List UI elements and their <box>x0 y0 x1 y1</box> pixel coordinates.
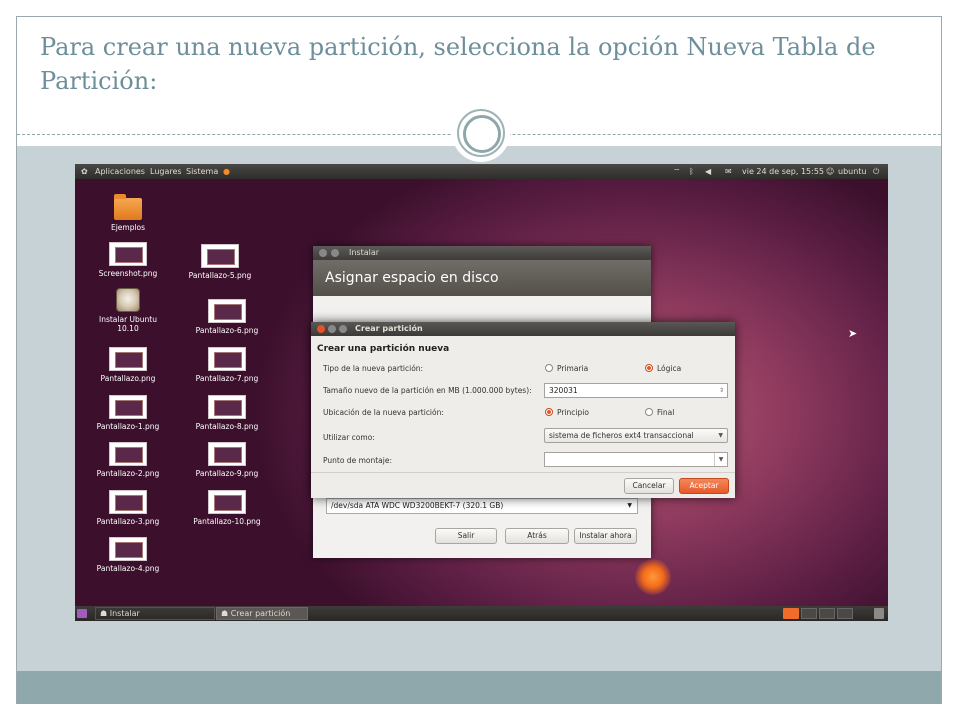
menu-applications[interactable]: Aplicaciones <box>95 164 145 179</box>
desktop-icon-ejemplos[interactable]: Ejemplos <box>93 194 163 232</box>
slide-title: Para crear una nueva partición, seleccio… <box>40 33 876 95</box>
dialog-titlebar[interactable]: Crear partición <box>311 322 735 336</box>
workspace-switcher-icon[interactable] <box>819 608 835 619</box>
installer-icon <box>116 288 140 312</box>
spinner-icon[interactable]: ⇕ <box>719 384 724 397</box>
chevron-down-icon: ▼ <box>714 453 727 466</box>
user-name[interactable]: ubuntu <box>838 164 867 179</box>
installer-icon: ☗ <box>100 609 110 618</box>
desktop-icon-file[interactable]: Screenshot.png <box>93 242 163 278</box>
workspace-switcher-icon[interactable] <box>783 608 799 619</box>
image-file-icon <box>208 347 246 371</box>
image-file-icon <box>109 347 147 371</box>
radio-primary-label[interactable]: Primaria <box>557 364 588 373</box>
user-icon: ☺ <box>826 167 835 176</box>
ubuntu-logo-icon[interactable]: ✿ <box>81 164 88 179</box>
installer-header: Asignar espacio en disco <box>313 260 651 296</box>
image-file-icon <box>201 244 239 268</box>
radio-start[interactable] <box>545 408 553 416</box>
create-partition-dialog: Crear partición Crear una partición nuev… <box>311 322 735 498</box>
image-file-icon <box>208 299 246 323</box>
radio-primary[interactable] <box>545 364 553 372</box>
desktop-icon-file[interactable]: Pantallazo-10.png <box>192 490 262 526</box>
workspace-switcher-icon[interactable] <box>801 608 817 619</box>
minimize-icon[interactable] <box>331 249 339 257</box>
image-file-icon <box>109 537 147 561</box>
chevron-down-icon: ▼ <box>718 432 723 439</box>
mail-icon[interactable]: ✉ <box>725 164 732 179</box>
folder-icon <box>114 194 142 220</box>
taskbar-item-create-partition[interactable]: ☗ Crear partición <box>216 607 308 620</box>
use-as-select[interactable]: sistema de ficheros ext4 transaccional ▼ <box>544 428 728 443</box>
image-file-icon <box>208 490 246 514</box>
radio-logical-label[interactable]: Lógica <box>657 364 681 373</box>
trash-icon[interactable] <box>874 608 884 619</box>
use-as-label: Utilizar como: <box>323 433 375 442</box>
slide-footer <box>17 671 941 704</box>
desktop-icon-file[interactable]: Pantallazo.png <box>93 347 163 383</box>
partition-type-label: Tipo de la nueva partición: <box>323 364 424 373</box>
device-select[interactable]: /dev/sda ATA WDC WD3200BEKT-7 (320.1 GB)… <box>326 498 638 514</box>
image-file-icon <box>208 442 246 466</box>
minimize-icon[interactable] <box>328 325 336 333</box>
show-desktop-icon[interactable] <box>77 609 87 618</box>
volume-icon[interactable]: ◀ <box>705 164 711 179</box>
desktop-icon-file[interactable]: Pantallazo-7.png <box>192 347 262 383</box>
mouse-cursor-icon: ➤ <box>848 327 858 340</box>
image-file-icon <box>109 395 147 419</box>
desktop-icon-file[interactable]: Pantallazo-5.png <box>185 244 255 280</box>
desktop-icon-file[interactable]: Pantallazo-2.png <box>93 442 163 478</box>
workspace-switcher-icon[interactable] <box>837 608 853 619</box>
wallpaper-glow <box>635 559 671 595</box>
image-file-icon <box>208 395 246 419</box>
dialog-separator <box>311 472 735 473</box>
maximize-icon[interactable] <box>339 325 347 333</box>
circle-ornament-icon <box>452 104 510 162</box>
radio-start-label[interactable]: Principio <box>557 408 589 417</box>
top-panel: ✿ Aplicaciones Lugares Sistema ● ⌔ ᛒ ◀ ✉… <box>75 164 888 179</box>
cancel-button[interactable]: Cancelar <box>624 478 674 494</box>
desktop-icon-installer[interactable]: Instalar Ubuntu 10.10 <box>93 288 163 333</box>
dialog-heading: Crear una partición nueva <box>317 344 450 354</box>
radio-end[interactable] <box>645 408 653 416</box>
mount-point-input[interactable]: ▼ <box>544 452 728 467</box>
desktop-icon-file[interactable]: Pantallazo-4.png <box>93 537 163 573</box>
desktop-icon-file[interactable]: Pantallazo-8.png <box>192 395 262 431</box>
partition-size-label: Tamaño nuevo de la partición en MB (1.00… <box>323 386 532 395</box>
installer-icon: ☗ <box>221 609 231 618</box>
taskbar-item-installer[interactable]: ☗ Instalar <box>95 607 215 620</box>
network-icon[interactable]: ⌔ <box>673 164 681 179</box>
mount-point-label: Punto de montaje: <box>323 456 392 465</box>
radio-end-label[interactable]: Final <box>657 408 674 417</box>
radio-logical[interactable] <box>645 364 653 372</box>
desktop-icon-file[interactable]: Pantallazo-3.png <box>93 490 163 526</box>
partition-location-label: Ubicación de la nueva partición: <box>323 408 444 417</box>
close-icon[interactable] <box>319 249 327 257</box>
quit-button[interactable]: Salir <box>435 528 497 544</box>
menu-places[interactable]: Lugares <box>150 164 182 179</box>
image-file-icon <box>109 442 147 466</box>
image-file-icon <box>109 490 147 514</box>
image-file-icon <box>109 242 147 266</box>
menu-system[interactable]: Sistema <box>186 164 218 179</box>
installer-titlebar[interactable]: Instalar <box>313 246 651 260</box>
bluetooth-icon[interactable]: ᛒ <box>689 164 694 179</box>
ubuntu-desktop-screenshot: ✿ Aplicaciones Lugares Sistema ● ⌔ ᛒ ◀ ✉… <box>75 164 888 621</box>
firefox-icon[interactable]: ● <box>223 164 230 179</box>
partition-size-input[interactable]: 320031 ⇕ <box>544 383 728 398</box>
chevron-down-icon: ▼ <box>627 502 632 509</box>
close-icon[interactable] <box>317 325 325 333</box>
desktop-icon-file[interactable]: Pantallazo-1.png <box>93 395 163 431</box>
desktop-icon-file[interactable]: Pantallazo-9.png <box>192 442 262 478</box>
desktop-icon-file[interactable]: Pantallazo-6.png <box>192 299 262 335</box>
clock[interactable]: vie 24 de sep, 15:55 <box>742 164 824 179</box>
power-icon[interactable]: ⏻ <box>873 164 879 179</box>
back-button[interactable]: Atrás <box>505 528 569 544</box>
bottom-panel: ☗ Instalar ☗ Crear partición <box>75 606 888 621</box>
accept-button[interactable]: Aceptar <box>679 478 729 494</box>
install-now-button[interactable]: Instalar ahora <box>574 528 637 544</box>
